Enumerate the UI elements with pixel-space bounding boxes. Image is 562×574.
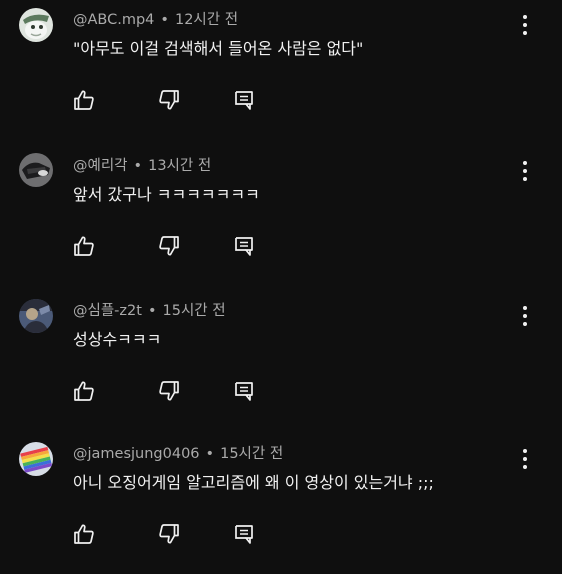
- reply-icon: [235, 237, 253, 256]
- more-options-button[interactable]: [515, 303, 535, 329]
- comment-meta: @ABC.mp4 • 12시간 전: [73, 10, 238, 30]
- comment-item: @jamesjung0406 • 15시간 전 아니 오징어게임 알고리즘에 왜 이…: [0, 434, 562, 574]
- comment-time[interactable]: 15시간 전: [163, 303, 226, 319]
- comment-meta: @심플-z2t • 15시간 전: [73, 301, 226, 321]
- comment-text: 아니 오징어게임 알고리즘에 왜 이 영상이 있는거냐 ;;;: [73, 473, 434, 492]
- meta-separator: •: [147, 303, 157, 319]
- more-vertical-icon: [523, 449, 527, 469]
- rainbow-flag-icon: [19, 442, 53, 476]
- comment-time[interactable]: 12시간 전: [175, 12, 238, 28]
- more-vertical-icon: [523, 161, 527, 181]
- dislike-button[interactable]: [157, 234, 181, 258]
- thumbs-down-icon: [159, 524, 179, 544]
- avatar[interactable]: [19, 153, 53, 187]
- comment-author[interactable]: @ABC.mp4: [73, 12, 154, 28]
- comment-text: "아무도 이걸 검색해서 들어온 사람은 없다": [73, 39, 364, 58]
- comment-item: @ABC.mp4 • 12시간 전 "아무도 이걸 검색해서 들어온 사람은 없다": [0, 0, 562, 140]
- like-button[interactable]: [72, 522, 96, 546]
- like-button[interactable]: [72, 88, 96, 112]
- meta-separator: •: [160, 12, 169, 28]
- thumbs-down-icon: [159, 236, 179, 256]
- comment-item: @예리각 • 13시간 전 앞서 갔구나 ㅋㅋㅋㅋㅋㅋㅋ: [0, 146, 562, 286]
- like-button[interactable]: [72, 379, 96, 403]
- avatar-image-icon: [19, 8, 53, 42]
- thumbs-down-icon: [159, 381, 179, 401]
- reply-button[interactable]: [232, 522, 256, 546]
- dislike-button[interactable]: [157, 88, 181, 112]
- comment-author[interactable]: @예리각: [73, 158, 128, 174]
- comment-time[interactable]: 13시간 전: [148, 158, 211, 174]
- avatar-image-icon: [19, 153, 53, 187]
- comment-author[interactable]: @심플-z2t: [73, 303, 142, 319]
- dislike-button[interactable]: [157, 379, 181, 403]
- more-vertical-icon: [523, 15, 527, 35]
- reply-icon: [235, 382, 253, 401]
- comment-text: 성상수ㅋㅋㅋ: [73, 330, 162, 349]
- avatar-image-icon: [19, 299, 53, 333]
- thumbs-down-icon: [159, 90, 179, 110]
- comment-meta: @예리각 • 13시간 전: [73, 156, 211, 176]
- thumbs-up-icon: [74, 90, 94, 110]
- more-options-button[interactable]: [515, 446, 535, 472]
- reply-icon: [235, 91, 253, 110]
- comment-author[interactable]: @jamesjung0406: [73, 446, 200, 462]
- more-options-button[interactable]: [515, 12, 535, 38]
- dislike-button[interactable]: [157, 522, 181, 546]
- comment-time[interactable]: 15시간 전: [220, 446, 283, 462]
- meta-separator: •: [133, 158, 143, 174]
- thumbs-up-icon: [74, 236, 94, 256]
- reply-button[interactable]: [232, 88, 256, 112]
- comment-text: 앞서 갔구나 ㅋㅋㅋㅋㅋㅋㅋ: [73, 185, 260, 204]
- comment-meta: @jamesjung0406 • 15시간 전: [73, 444, 283, 464]
- like-button[interactable]: [72, 234, 96, 258]
- reply-icon: [235, 525, 253, 544]
- thumbs-up-icon: [74, 524, 94, 544]
- avatar[interactable]: [19, 299, 53, 333]
- comment-item: @심플-z2t • 15시간 전 성상수ㅋㅋㅋ: [0, 291, 562, 431]
- more-vertical-icon: [523, 306, 527, 326]
- thumbs-up-icon: [74, 381, 94, 401]
- reply-button[interactable]: [232, 379, 256, 403]
- reply-button[interactable]: [232, 234, 256, 258]
- avatar[interactable]: [19, 8, 53, 42]
- avatar[interactable]: [19, 442, 53, 476]
- more-options-button[interactable]: [515, 158, 535, 184]
- meta-separator: •: [205, 446, 215, 462]
